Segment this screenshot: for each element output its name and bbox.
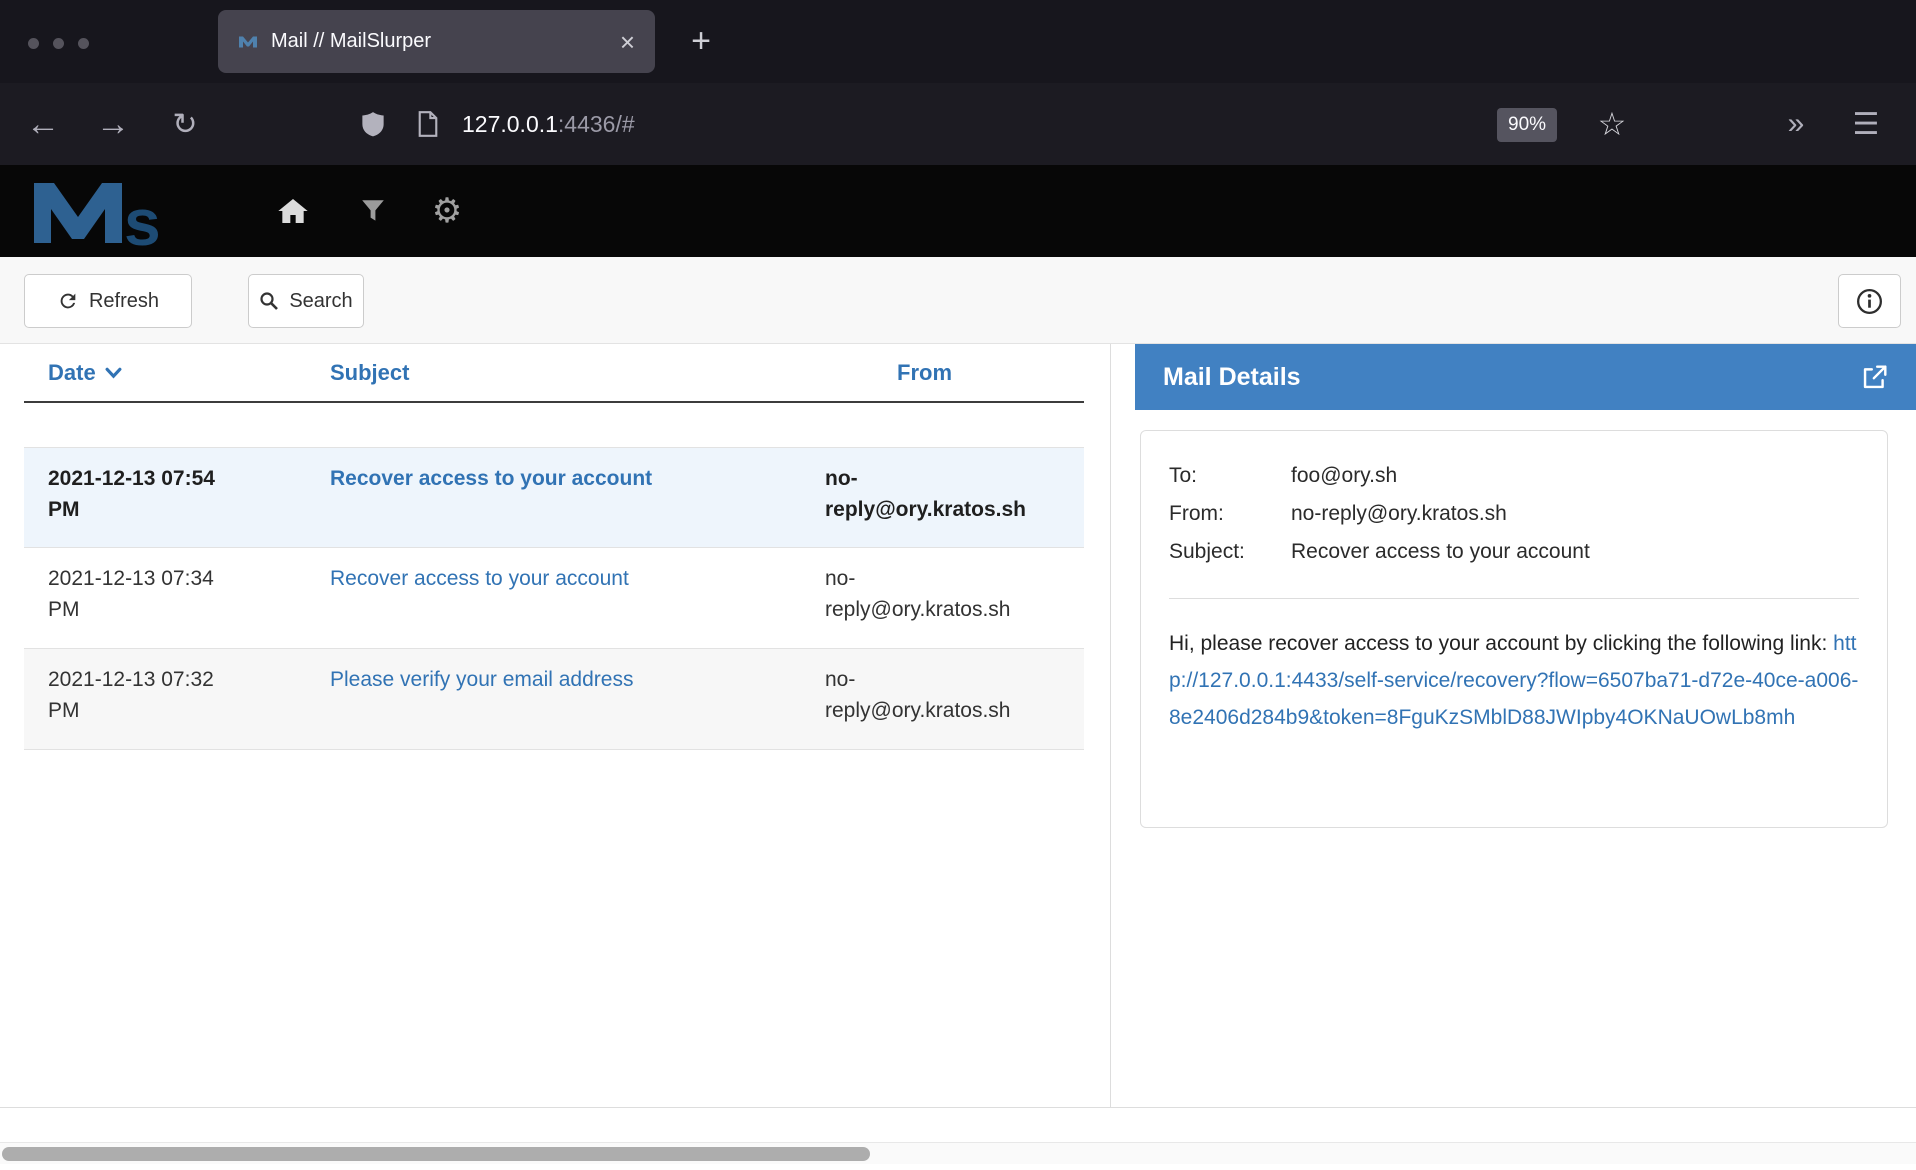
column-header-date[interactable]: Date (24, 360, 304, 386)
mail-details-panel: Mail Details To: foo@ory.sh From: no-rep… (1135, 344, 1916, 828)
mailslurper-favicon-icon (238, 34, 258, 49)
reload-button[interactable]: ↻ (160, 83, 210, 165)
mail-row[interactable]: 2021-12-13 07:54 PM Recover access to yo… (24, 447, 1084, 548)
mailslurper-navbar: s ⚙ (0, 165, 1916, 257)
new-tab-button[interactable]: + (678, 18, 724, 64)
url-port-path: :4436/# (558, 111, 635, 138)
mail-list-header: Date Subject From (24, 344, 1084, 403)
back-button[interactable]: ← (18, 83, 68, 165)
mail-details-card: To: foo@ory.sh From: no-reply@ory.kratos… (1140, 430, 1888, 828)
hamburger-menu-icon[interactable]: ☰ (1840, 83, 1892, 165)
details-divider (1169, 598, 1859, 599)
content-bottom-border (0, 1107, 1916, 1108)
mail-from: no-reply@ory.kratos.sh (799, 463, 1084, 547)
home-icon[interactable] (270, 165, 316, 257)
mail-date: 2021-12-13 07:54 PM (24, 463, 304, 547)
to-value: foo@ory.sh (1291, 457, 1859, 495)
mail-details-header: Mail Details (1135, 344, 1916, 410)
subject-label: Subject: (1169, 533, 1291, 571)
tab-title: Mail // MailSlurper (271, 30, 616, 53)
refresh-icon (57, 290, 79, 312)
page-info-icon[interactable] (414, 83, 442, 165)
mail-subject-link[interactable]: Please verify your email address (330, 668, 633, 691)
zoom-level-badge[interactable]: 90% (1497, 108, 1557, 142)
mail-body: Hi, please recover access to your accoun… (1169, 625, 1859, 736)
url-address-field[interactable]: 127.0.0.1:4436/# (462, 83, 635, 165)
mail-row[interactable]: 2021-12-13 07:34 PM Recover access to yo… (24, 548, 1084, 649)
refresh-button-label: Refresh (89, 290, 159, 313)
mail-row[interactable]: 2021-12-13 07:32 PM Please verify your e… (24, 649, 1084, 750)
app-toolbar: Refresh Search (0, 257, 1916, 344)
search-icon (259, 291, 279, 311)
mail-from: no-reply@ory.kratos.sh (799, 664, 1084, 749)
window-control-dot[interactable] (78, 38, 89, 49)
from-value: no-reply@ory.kratos.sh (1291, 495, 1859, 533)
horizontal-scrollbar-thumb[interactable] (2, 1147, 870, 1161)
mail-date: 2021-12-13 07:34 PM (24, 563, 304, 648)
column-header-subject[interactable]: Subject (304, 360, 799, 386)
mail-body-text: Hi, please recover access to your accoun… (1169, 632, 1833, 655)
horizontal-scrollbar-track[interactable] (0, 1142, 1916, 1164)
to-label: To: (1169, 457, 1291, 495)
subject-value: Recover access to your account (1291, 533, 1859, 571)
browser-url-toolbar: ← → ↻ 127.0.0.1:4436/# 90% ☆ » ☰ (0, 83, 1916, 165)
bookmark-star-icon[interactable]: ☆ (1588, 83, 1636, 165)
url-host: 127.0.0.1 (462, 111, 558, 138)
panel-divider (1110, 344, 1111, 1107)
browser-tab-bar: Mail // MailSlurper × + (0, 0, 1916, 83)
search-button-label: Search (289, 290, 352, 313)
tab-close-icon[interactable]: × (616, 29, 639, 55)
toolbar-overflow-icon[interactable]: » (1770, 83, 1822, 165)
mailslurper-logo[interactable]: s (28, 173, 208, 256)
window-controls[interactable] (28, 38, 89, 49)
tracking-shield-icon[interactable] (358, 83, 388, 165)
window-control-dot[interactable] (28, 38, 39, 49)
settings-gear-icon[interactable]: ⚙ (424, 165, 470, 257)
svg-text:s: s (124, 185, 161, 251)
mail-date: 2021-12-13 07:32 PM (24, 664, 304, 749)
mail-from: no-reply@ory.kratos.sh (799, 563, 1084, 648)
mail-subject-link[interactable]: Recover access to your account (330, 567, 629, 590)
info-button[interactable] (1838, 274, 1901, 328)
filter-icon[interactable] (352, 165, 394, 257)
mail-list-panel: Date Subject From 2021-12-13 07:54 PM Re… (24, 344, 1084, 750)
mail-rows: 2021-12-13 07:54 PM Recover access to yo… (24, 447, 1084, 750)
browser-tab[interactable]: Mail // MailSlurper × (218, 10, 655, 73)
window-control-dot[interactable] (53, 38, 64, 49)
column-header-from[interactable]: From (799, 360, 1084, 386)
refresh-button[interactable]: Refresh (24, 274, 192, 328)
forward-button[interactable]: → (88, 83, 138, 165)
sort-chevron-down-icon (105, 367, 122, 379)
search-button[interactable]: Search (248, 274, 364, 328)
from-label: From: (1169, 495, 1291, 533)
mail-details-title: Mail Details (1163, 363, 1301, 392)
info-icon (1856, 288, 1883, 315)
open-external-icon[interactable] (1861, 364, 1888, 391)
mail-subject-link[interactable]: Recover access to your account (330, 467, 652, 490)
date-header-label: Date (48, 360, 96, 386)
